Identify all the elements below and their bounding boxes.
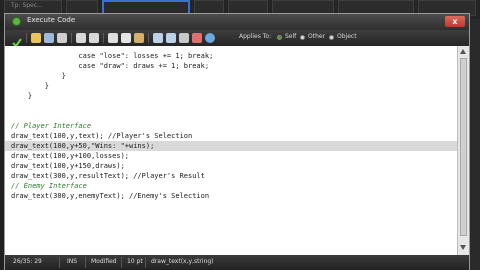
help-icon[interactable] <box>205 33 215 43</box>
open-icon[interactable] <box>31 33 41 43</box>
status-separator <box>59 257 60 268</box>
title-bar[interactable]: Execute Code x <box>5 14 469 30</box>
goto-icon[interactable] <box>179 33 189 43</box>
font-size: 10 pt <box>127 258 143 265</box>
code-editor[interactable]: case "lose": losses += 1; break; case "d… <box>5 46 457 255</box>
toolbar-separator <box>26 33 27 43</box>
status-separator <box>121 257 122 268</box>
applies-to-self-label[interactable]: Self <box>285 33 296 40</box>
save-icon[interactable] <box>44 33 54 43</box>
scrollbar-thumb[interactable] <box>460 58 467 236</box>
scroll-up-arrow-icon[interactable] <box>460 49 466 54</box>
code-line[interactable]: draw_text(300,y,enemyText); //Enemy's Se… <box>11 191 209 201</box>
color-icon[interactable] <box>192 33 202 43</box>
code-line[interactable]: } <box>11 91 32 101</box>
applies-to-other-radio[interactable] <box>300 35 305 40</box>
paste-icon[interactable] <box>134 33 144 43</box>
code-line[interactable]: case "lose": losses += 1; break; <box>11 51 213 61</box>
code-line[interactable]: draw_text(100,y+150,draws); <box>11 161 125 171</box>
copy-icon[interactable] <box>121 33 131 43</box>
code-line[interactable]: } <box>11 81 49 91</box>
code-comment-line[interactable]: // Enemy Interface <box>11 181 87 191</box>
undo-icon[interactable] <box>76 33 86 43</box>
toolbar: Applies To: Self Other Object <box>5 30 469 48</box>
code-line[interactable]: } <box>11 71 66 81</box>
close-button[interactable]: x <box>445 16 465 27</box>
applies-to-label: Applies To: <box>239 33 272 40</box>
code-line[interactable]: draw_text(100,y+100,losses); <box>11 151 129 161</box>
code-line-current[interactable]: draw_text(100,y+50,"Wins: "+wins); <box>11 141 154 151</box>
vertical-scrollbar[interactable] <box>457 46 469 255</box>
scroll-down-arrow-icon[interactable] <box>460 245 466 250</box>
replace-icon[interactable] <box>166 33 176 43</box>
code-line[interactable]: case "draw": draws += 1; break; <box>11 61 209 71</box>
cursor-position: 26/35: 29 <box>13 258 42 265</box>
toolbar-separator <box>103 33 104 43</box>
applies-to-object-radio[interactable] <box>329 35 334 40</box>
insert-mode: INS <box>67 258 78 265</box>
print-icon[interactable] <box>57 33 67 43</box>
redo-icon[interactable] <box>89 33 99 43</box>
toolbar-separator <box>71 33 72 43</box>
applies-to-other-label[interactable]: Other <box>308 33 325 40</box>
toolbar-separator <box>148 33 149 43</box>
window-title: Execute Code <box>27 16 76 24</box>
check-icon[interactable] <box>12 33 22 48</box>
background-right-strip <box>470 19 480 270</box>
background-panel-text: Tp: Spec... <box>11 2 43 9</box>
status-separator <box>145 257 146 268</box>
modified-indicator: Modified <box>91 258 117 265</box>
execute-code-window: Execute Code x Applies To: Self Other Ob… <box>4 13 470 270</box>
code-comment-line[interactable]: // Player Interface <box>11 121 91 131</box>
code-line[interactable]: draw_text(100,y,text); //Player's Select… <box>11 131 192 141</box>
applies-to-object-label[interactable]: Object <box>337 33 357 40</box>
find-icon[interactable] <box>153 33 163 43</box>
code-line[interactable]: draw_text(300,y,resultText); //Player's … <box>11 171 205 181</box>
status-separator <box>85 257 86 268</box>
cut-icon[interactable] <box>108 33 118 43</box>
game-maker-icon <box>12 17 21 26</box>
status-bar: 26/35: 29 INS Modified 10 pt draw_text(x… <box>5 255 469 270</box>
applies-to-self-radio[interactable] <box>277 35 282 40</box>
function-signature: draw_text(x,y,string) <box>151 258 214 265</box>
